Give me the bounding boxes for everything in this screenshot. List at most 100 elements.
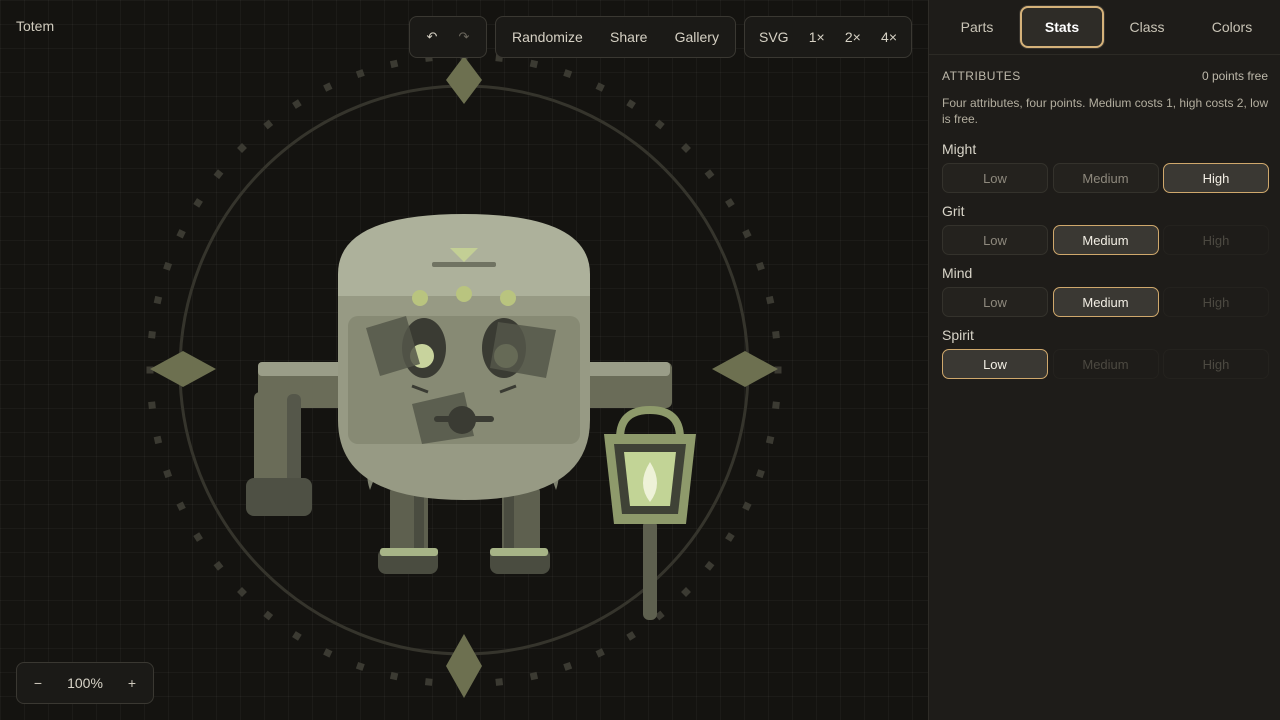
export-2x-button[interactable]: 2× [837, 22, 869, 52]
ring-tick [176, 501, 186, 511]
ring-tick [495, 678, 504, 686]
attribute-label-mind: Mind [942, 265, 973, 281]
totem-stage [146, 52, 782, 698]
ring-tick [292, 99, 302, 109]
export-1x-button[interactable]: 1× [801, 22, 833, 52]
grit-high-option[interactable]: High [1163, 225, 1269, 255]
diamond-south [446, 634, 482, 698]
ring-tick [263, 119, 274, 130]
grit-selector: Low Medium High [942, 225, 1269, 255]
zoom-out-button[interactable]: − [29, 675, 47, 691]
mind-selector: Low Medium High [942, 287, 1269, 317]
might-medium-option[interactable]: Medium [1052, 163, 1159, 193]
spirit-low-option[interactable]: Low [942, 349, 1048, 379]
ring-tick [153, 295, 163, 305]
app-title: Totem [16, 18, 55, 34]
ring-tick [704, 169, 715, 180]
ring-tick [755, 469, 765, 479]
ring-tick [563, 69, 573, 79]
ring-tick [163, 469, 173, 479]
undo-icon[interactable]: ↶ [419, 22, 446, 52]
mind-low-option[interactable]: Low [942, 287, 1048, 317]
ring-tick [529, 671, 539, 681]
ring-tick [389, 59, 399, 69]
ring-tick [193, 198, 203, 208]
ring-tick [765, 295, 775, 305]
ring-tick [176, 229, 186, 239]
ring-tick [424, 678, 433, 686]
might-high-option[interactable]: High [1163, 163, 1269, 193]
ring-tick [681, 143, 691, 153]
spirit-high-option[interactable]: High [1163, 349, 1269, 379]
share-button[interactable]: Share [602, 22, 655, 52]
export-toolbar: SVG 1× 2× 4× [744, 16, 912, 58]
ring-tick [755, 261, 765, 271]
ring-tick [355, 661, 365, 671]
history-toolbar: ↶ ↷ [409, 16, 487, 58]
grit-low-option[interactable]: Low [942, 225, 1048, 255]
ring-tick [742, 229, 752, 239]
zoom-in-button[interactable]: + [123, 675, 141, 691]
side-panel: Parts Stats Class Colors ATTRIBUTES 0 po… [928, 0, 1280, 720]
gallery-button[interactable]: Gallery [667, 22, 727, 52]
ring-tick [742, 501, 752, 511]
zoom-control: − 100% + [16, 662, 154, 704]
zoom-level: 100% [67, 675, 103, 691]
grit-medium-option[interactable]: Medium [1052, 225, 1159, 255]
ring-tick [626, 631, 636, 641]
ring-tick [765, 435, 775, 445]
randomize-button[interactable]: Randomize [504, 22, 591, 52]
export-svg-button[interactable]: SVG [751, 22, 797, 52]
ring-tick [193, 532, 203, 542]
export-4x-button[interactable]: 4× [873, 22, 905, 52]
tab-colors[interactable]: Colors [1190, 6, 1274, 48]
redo-icon[interactable]: ↷ [451, 22, 478, 52]
attribute-label-might: Might [942, 141, 977, 157]
tab-stats[interactable]: Stats [1020, 6, 1104, 48]
ring-tick [355, 69, 365, 79]
ring-tick [237, 143, 247, 153]
might-selector: Low Medium High [942, 163, 1269, 193]
points-free: 0 points free [1201, 69, 1268, 83]
ring-tick [772, 330, 780, 339]
ring-tick [529, 59, 539, 69]
spirit-selector: Low Medium High [942, 349, 1269, 379]
ring-tick [595, 82, 605, 92]
diamond-west [150, 351, 216, 387]
tab-parts[interactable]: Parts [935, 6, 1019, 48]
ring-tick [213, 169, 224, 180]
ring-tick [389, 671, 399, 681]
ring-tick [323, 648, 333, 658]
ring-tick [704, 560, 715, 571]
tab-class[interactable]: Class [1105, 6, 1189, 48]
mind-high-option[interactable]: High [1163, 287, 1269, 317]
ring-tick [772, 401, 780, 410]
ring-tick [263, 610, 274, 621]
attributes-heading: ATTRIBUTES [942, 69, 1021, 83]
actions-toolbar: Randomize Share Gallery [495, 16, 736, 58]
ring-tick [563, 661, 573, 671]
ring-tick [153, 435, 163, 445]
ring-tick [626, 99, 636, 109]
diamond-north [446, 56, 482, 104]
panel-tabs: Parts Stats Class Colors [929, 0, 1280, 55]
spirit-medium-option[interactable]: Medium [1052, 349, 1159, 379]
ring-tick [595, 648, 605, 658]
ring-tick [148, 401, 156, 410]
ring-tick [213, 560, 224, 571]
attributes-description: Four attributes, four points. Medium cos… [942, 96, 1269, 126]
ring-tick [725, 532, 735, 542]
ring-tick [163, 261, 173, 271]
lantern [604, 405, 696, 620]
attribute-label-spirit: Spirit [942, 327, 974, 343]
ring-tick [725, 198, 735, 208]
totem-body [338, 214, 590, 500]
mind-medium-option[interactable]: Medium [1052, 287, 1159, 317]
ring-tick [237, 587, 247, 597]
ring-tick [323, 82, 333, 92]
diamond-east [712, 351, 778, 387]
ring-tick [681, 587, 691, 597]
might-low-option[interactable]: Low [942, 163, 1048, 193]
ring-tick [148, 330, 156, 339]
canvas[interactable]: Totem ↶ ↷ Randomize Share Gallery SVG 1×… [0, 0, 928, 720]
